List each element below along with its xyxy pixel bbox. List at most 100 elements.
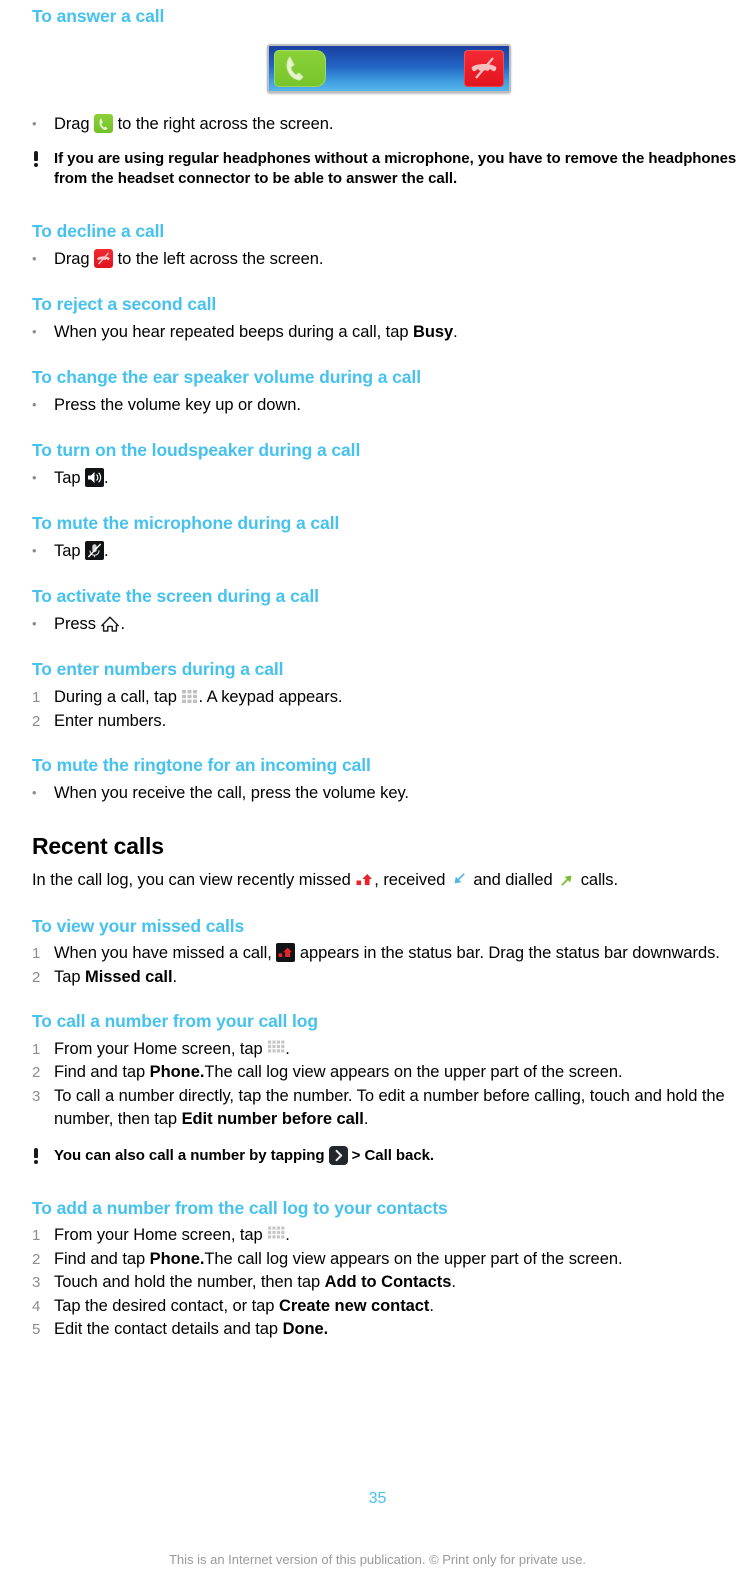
section-heading-decline-call: To decline a call: [32, 221, 165, 242]
home-icon: [100, 615, 120, 633]
list-item: 2 Find and tap Phone.The call log view a…: [32, 1248, 745, 1271]
list-marker: 4: [32, 1297, 41, 1315]
section-heading-call-number-from-log: To call a number from your call log: [32, 1011, 318, 1032]
list-item: • Drag to the right across the screen.: [32, 113, 745, 136]
list-item-text: Tap the desired contact, or tap Create n…: [54, 1296, 434, 1315]
list-item: • When you hear repeated beeps during a …: [32, 321, 745, 344]
ui-label-busy: Busy: [413, 322, 454, 341]
list-marker: •: [32, 469, 37, 485]
incoming-call-slider: [266, 43, 511, 93]
section-heading-change-volume: To change the ear speaker volume during …: [32, 367, 421, 388]
list-item-text: Tap .: [54, 467, 109, 487]
list-item-text: Drag to the right across the screen.: [54, 113, 334, 133]
section-heading-reject-second-call: To reject a second call: [32, 294, 217, 315]
list-item: 1 During a call, tap . A keypad appears.: [32, 686, 745, 709]
section-heading-enter-numbers: To enter numbers during a call: [32, 659, 284, 680]
list-item-text: When you have missed a call, appears in …: [54, 943, 720, 963]
list-item-text: Edit the contact details and tap Done.: [54, 1319, 329, 1338]
list-item-text-tail: The call log view appears on the upper p…: [204, 1249, 623, 1268]
recent-calls-intro: In the call log, you can view recently m…: [32, 870, 619, 890]
section-heading-activate-screen: To activate the screen during a call: [32, 586, 319, 607]
list-marker: •: [32, 323, 37, 339]
list-item-text: Drag to the left across the screen.: [54, 248, 324, 268]
page-heading-recent-calls: Recent calls: [32, 832, 164, 859]
list-marker: •: [32, 542, 37, 558]
list-item-text: Tap .: [54, 540, 109, 560]
missed-call-status-icon: [276, 943, 296, 963]
ui-label-call-back: Call back: [364, 1146, 430, 1164]
phone-decline-icon: [463, 49, 504, 87]
ui-label-missed-call: Missed call: [85, 967, 173, 986]
list-marker: •: [32, 396, 37, 412]
ui-label-create-new-contact: Create new contact: [278, 1296, 430, 1315]
speaker-icon: [85, 467, 104, 487]
ui-label-phone: Phone.: [149, 1063, 205, 1082]
list-item: 1 From your Home screen, tap .: [32, 1224, 745, 1247]
list-marker: 1: [32, 1040, 41, 1058]
tip-note-text: You can also call a number by tapping > …: [54, 1145, 435, 1165]
list-item-text: Enter numbers.: [54, 711, 167, 730]
list-marker: 3: [32, 1087, 41, 1105]
dialled-call-icon: [557, 870, 576, 889]
missed-call-icon: [355, 870, 374, 889]
list-item: • Drag to the left across the screen.: [32, 248, 745, 271]
list-item: • Press the volume key up or down.: [32, 394, 745, 417]
list-marker: 1: [32, 689, 41, 707]
chevron-right-icon: [328, 1145, 348, 1165]
ui-label-add-to-contacts: Add to Contacts: [324, 1273, 452, 1292]
list-item-text: To call a number directly, tap the numbe…: [54, 1086, 725, 1129]
list-marker: •: [32, 250, 37, 266]
list-item: 4 Tap the desired contact, or tap Create…: [32, 1295, 745, 1318]
list-item-text: During a call, tap . A keypad appears.: [54, 688, 343, 707]
section-heading-view-missed-calls: To view your missed calls: [32, 915, 245, 936]
exclamation-icon: [32, 149, 54, 171]
section-heading-loudspeaker: To turn on the loudspeaker during a call: [32, 440, 361, 461]
list-item: 3 To call a number directly, tap the num…: [32, 1085, 745, 1132]
list-item: • When you receive the call, press the v…: [32, 782, 745, 805]
list-marker: •: [32, 784, 37, 800]
list-marker: •: [32, 616, 37, 632]
list-item: 2 Find and tap Phone.The call log view a…: [32, 1061, 745, 1084]
list-marker: 2: [32, 968, 41, 986]
list-item-text: Press the volume key up or down.: [54, 395, 301, 414]
list-marker: 2: [32, 1064, 41, 1082]
page-number: 35: [368, 1490, 387, 1507]
app-grid-icon: [267, 1225, 285, 1243]
list-item: 2 Enter numbers.: [32, 710, 745, 733]
exclamation-icon: [32, 1146, 54, 1168]
list-item-text: Press .: [54, 615, 126, 634]
list-marker: 3: [32, 1274, 41, 1292]
list-item: 5 Edit the contact details and tap Done.: [32, 1318, 745, 1341]
list-item-text: When you hear repeated beeps during a ca…: [54, 322, 458, 341]
list-item-text: Find and tap Phone.The call log view app…: [54, 1063, 623, 1082]
document-page: To answer a call • Drag to the right acr…: [0, 0, 755, 1590]
list-item-text: When you receive the call, press the vol…: [54, 783, 409, 802]
list-marker: 1: [32, 945, 41, 963]
tip-note-text: If you are using regular headphones with…: [54, 150, 737, 187]
ui-label-done: Done.: [282, 1319, 329, 1338]
microphone-mute-icon: [85, 540, 104, 560]
section-heading-add-number-to-contacts: To add a number from the call log to you…: [32, 1197, 448, 1218]
list-item: 1 When you have missed a call, appears i…: [32, 942, 745, 965]
incoming-call-slider-figure: [32, 43, 745, 93]
list-marker: •: [32, 115, 37, 131]
list-item: 1 From your Home screen, tap .: [32, 1038, 745, 1061]
footer-note: This is an Internet version of this publ…: [168, 1552, 587, 1567]
list-item: • Tap .: [32, 540, 745, 563]
tip-note-headphones: If you are using regular headphones with…: [32, 149, 745, 188]
ui-label-phone: Phone.: [149, 1249, 205, 1268]
phone-answer-icon: [273, 49, 326, 87]
list-item: • Press .: [32, 613, 745, 636]
phone-decline-icon: [94, 248, 114, 268]
section-heading-mute-microphone: To mute the microphone during a call: [32, 513, 340, 534]
list-item-text: From your Home screen, tap .: [54, 1225, 290, 1245]
section-heading-answer-call: To answer a call: [32, 6, 165, 26]
list-item-text-tail: The call log view appears on the upper p…: [204, 1063, 623, 1082]
ui-label-edit-number-before-call: Edit number before call: [181, 1110, 364, 1129]
section-heading-mute-ringtone: To mute the ringtone for an incoming cal…: [32, 754, 371, 775]
list-item: 3 Touch and hold the number, then tap Ad…: [32, 1271, 745, 1294]
list-item-text: Touch and hold the number, then tap Add …: [54, 1273, 456, 1292]
list-marker: 2: [32, 712, 41, 730]
list-item-text: Tap Missed call.: [54, 967, 178, 986]
list-marker: 2: [32, 1250, 41, 1268]
